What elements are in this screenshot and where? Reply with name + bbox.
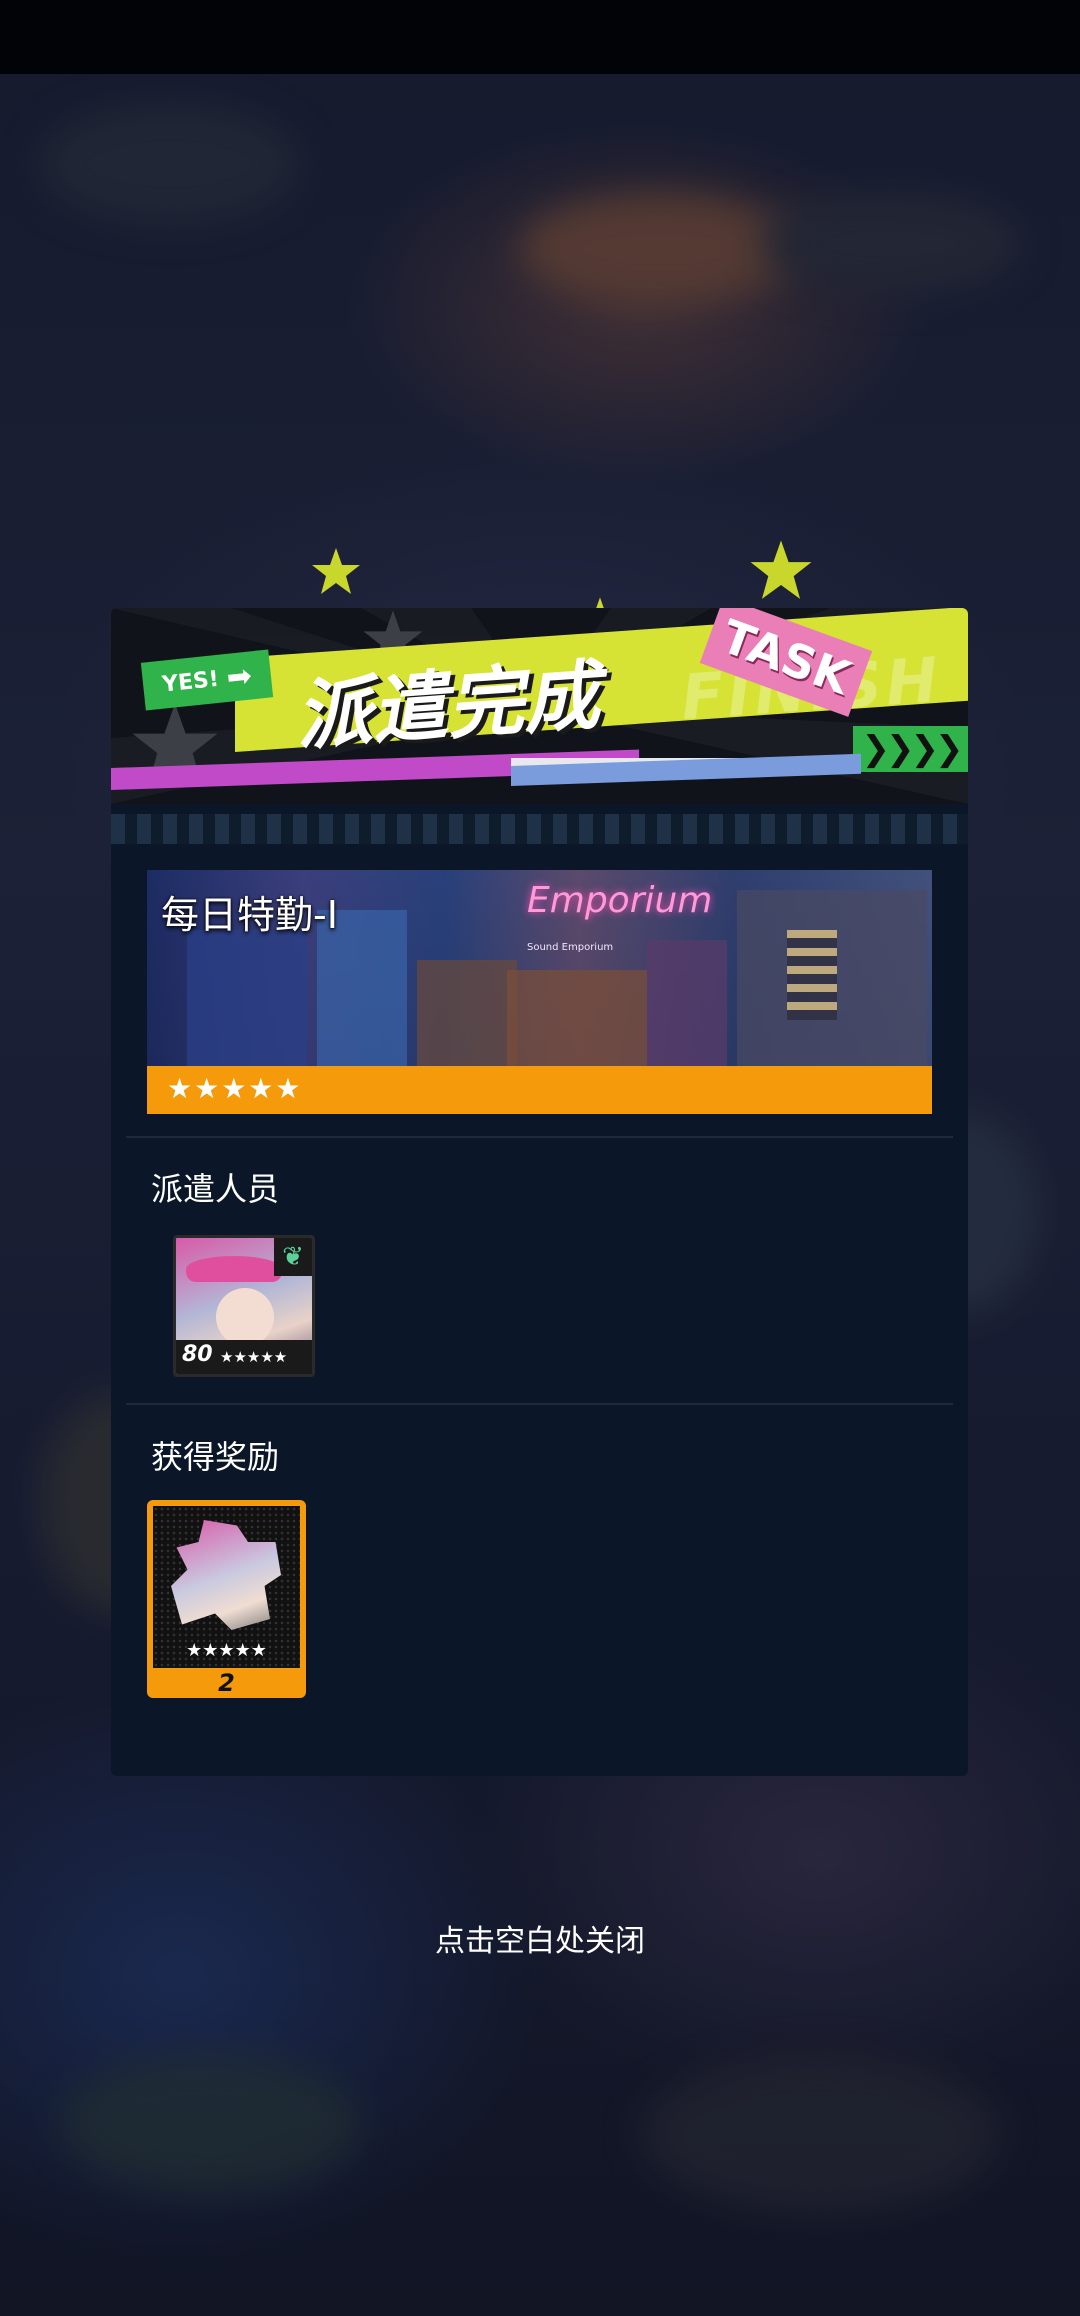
section-divider: [126, 1403, 953, 1405]
crew-level: 80: [182, 1342, 213, 1367]
mission-rarity-bar: ★★★★★: [147, 1066, 932, 1114]
neon-sign: Emporium: [527, 880, 713, 921]
dispatch-complete-dialog: ❯❯❯❯ YES! ➡ FINISH 派遣完成 TASK: [111, 608, 968, 1776]
reward-stars: ★★★★★: [186, 1640, 267, 1661]
mission-scene: Emporium Sound Emporium 每日特勤-Ⅰ: [147, 870, 932, 1066]
reward-item-frame: ★★★★★: [153, 1506, 300, 1668]
crew-section-label: 派遣人员: [151, 1170, 280, 1208]
element-badge-icon: ❦: [274, 1238, 312, 1276]
mission-card: Emporium Sound Emporium 每日特勤-Ⅰ ★★★★★: [147, 870, 932, 1114]
star-decoration-icon: [312, 548, 360, 594]
section-divider: [126, 1136, 953, 1138]
film-strip-divider: [111, 814, 968, 844]
yes-label: YES!: [160, 666, 221, 698]
close-hint[interactable]: 点击空白处关闭: [0, 1916, 1080, 1960]
chevron-arrows-icon: ❯❯❯❯: [853, 726, 968, 772]
crew-member-portrait[interactable]: ❦ 80 ★★★★★: [173, 1235, 315, 1377]
mission-name: 每日特勤-Ⅰ: [161, 893, 338, 937]
crew-stars: ★★★★★: [220, 1348, 288, 1366]
reward-item[interactable]: ★★★★★ 2: [147, 1500, 306, 1698]
page-title: 派遣完成: [292, 650, 603, 761]
dispatch-complete-banner: ❯❯❯❯ YES! ➡ FINISH 派遣完成 TASK: [111, 608, 968, 804]
star-decoration-icon: [750, 540, 812, 599]
rewards-section-label: 获得奖励: [151, 1438, 280, 1476]
rarity-stars: ★★★★★: [167, 1072, 303, 1105]
arrow-right-icon: ➡: [224, 657, 254, 696]
shop-sign: Sound Emporium: [527, 942, 614, 953]
reward-quantity: 2: [218, 1669, 235, 1697]
